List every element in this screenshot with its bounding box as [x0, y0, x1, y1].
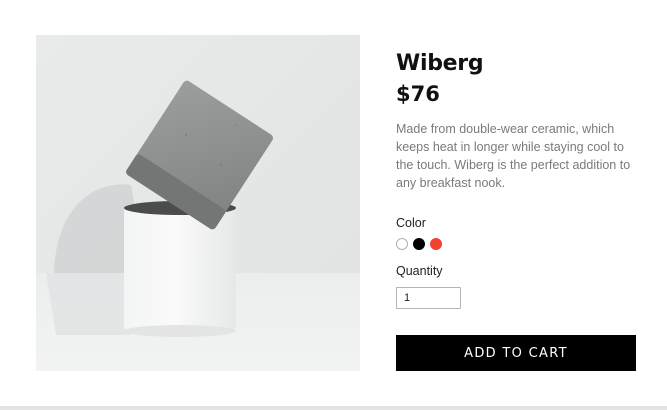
color-label: Color	[396, 216, 426, 230]
bottom-divider	[0, 406, 667, 410]
quantity-label: Quantity	[396, 264, 443, 278]
color-swatch-black[interactable]	[413, 238, 425, 250]
product-description: Made from double-wear ceramic, which kee…	[396, 122, 631, 190]
product-image	[36, 35, 360, 371]
product-info: Wiberg $76 Made from double-wear ceramic…	[396, 51, 636, 371]
add-to-cart-button[interactable]: ADD TO CART	[396, 335, 636, 371]
color-swatches	[396, 238, 442, 250]
product-price: $76	[396, 82, 440, 106]
product-title: Wiberg	[396, 51, 484, 76]
quantity-input[interactable]	[396, 287, 461, 309]
color-swatch-white[interactable]	[396, 238, 408, 250]
color-swatch-red[interactable]	[430, 238, 442, 250]
